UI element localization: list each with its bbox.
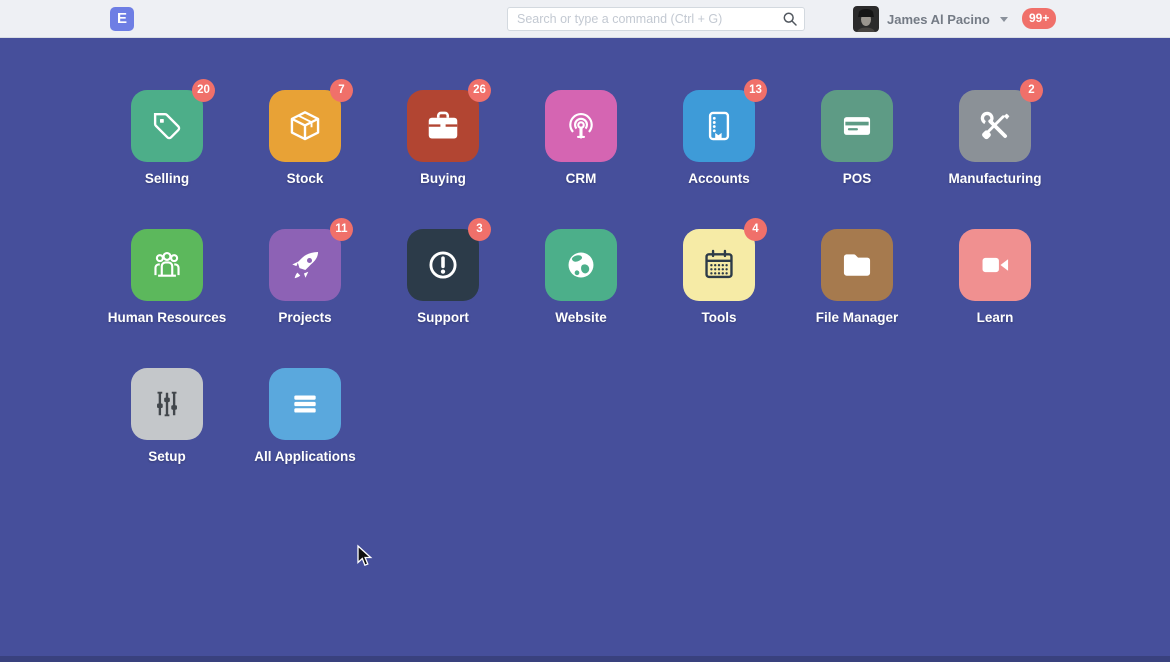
app-label: All Applications [254, 449, 356, 464]
chevron-down-icon [1000, 17, 1008, 22]
app-tile: 7 [269, 90, 341, 162]
people-icon [148, 246, 186, 284]
app-logo[interactable]: E [110, 7, 134, 31]
rocket-icon [286, 246, 324, 284]
ledger-book-icon [700, 107, 738, 145]
app-label: Setup [148, 449, 186, 464]
app-shortcut-accounts[interactable]: 13 Accounts [650, 90, 788, 188]
app-label: Accounts [688, 171, 750, 186]
footer-strip [0, 656, 1170, 662]
app-label: CRM [566, 171, 597, 186]
briefcase-icon [424, 107, 462, 145]
notification-count-badge: 7 [330, 79, 353, 102]
app-shortcut-projects[interactable]: 11 Projects [236, 229, 374, 327]
app-tile [131, 229, 203, 301]
app-tile [959, 229, 1031, 301]
notification-count-badge: 4 [744, 218, 767, 241]
notification-count-badge: 13 [744, 79, 767, 102]
folder-icon [838, 246, 876, 284]
three-bars-icon [286, 385, 324, 423]
app-shortcut-website[interactable]: Website [512, 229, 650, 327]
search-input[interactable] [507, 7, 805, 31]
notifications-count-badge[interactable]: 99+ [1022, 8, 1056, 29]
sliders-icon [148, 385, 186, 423]
app-shortcut-tools[interactable]: 4 Tools [650, 229, 788, 327]
app-shortcut-selling[interactable]: 20 Selling [98, 90, 236, 188]
app-label: Selling [145, 171, 189, 186]
wrench-screwdriver-icon [976, 107, 1014, 145]
calendar-icon [700, 246, 738, 284]
box-icon [286, 107, 324, 145]
notification-count-badge: 2 [1020, 79, 1043, 102]
notification-count-badge: 20 [192, 79, 215, 102]
app-shortcut-crm[interactable]: CRM [512, 90, 650, 188]
user-menu[interactable]: James Al Pacino [853, 6, 1008, 32]
app-label: Stock [287, 171, 324, 186]
credit-card-icon [838, 107, 876, 145]
alert-circle-icon [424, 246, 462, 284]
app-shortcut-setup[interactable]: Setup [98, 368, 236, 466]
app-shortcut-pos[interactable]: POS [788, 90, 926, 188]
app-grid: 20 Selling 7 Stock 26 Buying CRM 13 Acco… [98, 90, 1064, 466]
app-tile [545, 90, 617, 162]
tag-icon [148, 107, 186, 145]
app-shortcut-support[interactable]: 3 Support [374, 229, 512, 327]
app-shortcut-human-resources[interactable]: Human Resources [98, 229, 236, 327]
app-label: Buying [420, 171, 466, 186]
app-shortcut-buying[interactable]: 26 Buying [374, 90, 512, 188]
app-tile: 13 [683, 90, 755, 162]
app-shortcut-stock[interactable]: 7 Stock [236, 90, 374, 188]
app-label: Tools [702, 310, 737, 325]
avatar [853, 6, 879, 32]
app-shortcut-file-manager[interactable]: File Manager [788, 229, 926, 327]
app-tile [131, 368, 203, 440]
app-tile [545, 229, 617, 301]
app-label: Manufacturing [949, 171, 1042, 186]
app-label: Projects [278, 310, 331, 325]
app-label: Learn [977, 310, 1014, 325]
app-tile: 26 [407, 90, 479, 162]
app-shortcut-manufacturing[interactable]: 2 Manufacturing [926, 90, 1064, 188]
app-label: Support [417, 310, 469, 325]
app-tile: 20 [131, 90, 203, 162]
app-tile [821, 229, 893, 301]
search-icon[interactable] [782, 11, 798, 27]
navbar: E James Al Pacino 99+ [0, 0, 1170, 38]
desk-background: 20 Selling 7 Stock 26 Buying CRM 13 Acco… [0, 38, 1170, 657]
app-label: Website [555, 310, 607, 325]
mouse-cursor [354, 544, 374, 570]
video-camera-icon [976, 246, 1014, 284]
globe-icon [562, 246, 600, 284]
app-tile: 11 [269, 229, 341, 301]
broadcast-icon [562, 107, 600, 145]
notification-count-badge: 11 [330, 218, 353, 241]
app-tile: 3 [407, 229, 479, 301]
app-tile [269, 368, 341, 440]
app-tile: 4 [683, 229, 755, 301]
notification-count-badge: 3 [468, 218, 491, 241]
notification-count-badge: 26 [468, 79, 491, 102]
app-tile: 2 [959, 90, 1031, 162]
app-label: Human Resources [108, 310, 227, 325]
app-shortcut-all-applications[interactable]: All Applications [236, 368, 374, 466]
user-name: James Al Pacino [887, 12, 990, 27]
app-tile [821, 90, 893, 162]
app-label: POS [843, 171, 872, 186]
app-label: File Manager [816, 310, 899, 325]
global-search [507, 7, 805, 31]
app-shortcut-learn[interactable]: Learn [926, 229, 1064, 327]
